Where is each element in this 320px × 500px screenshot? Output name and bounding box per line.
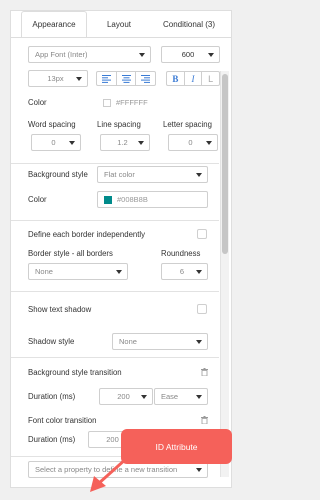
- chevron-down-icon: [138, 140, 144, 145]
- property-editor-panel: Appearance Layout Conditional (3) App Fo…: [10, 10, 232, 488]
- scrollbar-thumb[interactable]: [222, 74, 228, 254]
- text-style-group: B I L: [166, 71, 220, 86]
- align-left-icon[interactable]: [97, 72, 117, 85]
- bg-transition-label: Background style transition: [28, 368, 122, 377]
- chevron-down-icon: [196, 467, 202, 472]
- background-style-select[interactable]: Flat color: [97, 166, 208, 183]
- show-text-shadow-checkbox[interactable]: [197, 304, 207, 314]
- font-duration-label: Duration (ms): [28, 435, 76, 444]
- letter-spacing-label: Letter spacing: [163, 120, 212, 129]
- define-border-checkbox[interactable]: [197, 229, 207, 239]
- chevron-down-icon: [116, 269, 122, 274]
- tab-appearance[interactable]: Appearance: [21, 11, 87, 37]
- chevron-down-icon: [196, 394, 202, 399]
- chevron-down-icon: [76, 76, 82, 81]
- shadow-style-select[interactable]: None: [112, 333, 208, 350]
- trash-icon[interactable]: [201, 368, 208, 376]
- word-spacing-select[interactable]: 0: [31, 134, 81, 151]
- italic-button[interactable]: I: [185, 72, 203, 85]
- shadow-style-label: Shadow style: [28, 337, 75, 346]
- bold-button[interactable]: B: [167, 72, 185, 85]
- section-divider: [11, 220, 219, 221]
- border-style-select[interactable]: None: [28, 263, 128, 280]
- text-align-group: [96, 71, 156, 86]
- tab-layout[interactable]: Layout: [93, 11, 145, 37]
- bg-duration-label: Duration (ms): [28, 392, 76, 401]
- trash-icon[interactable]: [201, 416, 208, 424]
- color-swatch[interactable]: [104, 195, 112, 204]
- bg-duration-select[interactable]: 200: [99, 388, 153, 405]
- roundness-label: Roundness: [161, 249, 201, 258]
- annotation-arrow-icon: [90, 448, 138, 492]
- chevron-down-icon: [208, 52, 214, 57]
- letter-spacing-select[interactable]: 0: [168, 134, 218, 151]
- section-divider: [11, 163, 219, 164]
- color-swatch[interactable]: [103, 98, 111, 107]
- show-text-shadow-label: Show text shadow: [28, 305, 92, 314]
- tab-divider: [11, 37, 231, 38]
- align-right-icon[interactable]: [136, 72, 155, 85]
- font-color-input[interactable]: #FFFFFF: [97, 94, 220, 111]
- roundness-select[interactable]: 6: [161, 263, 208, 280]
- font-weight-select[interactable]: 600: [161, 46, 220, 63]
- chevron-down-icon: [141, 394, 147, 399]
- align-center-icon[interactable]: [117, 72, 137, 85]
- line-spacing-label: Line spacing: [97, 120, 141, 129]
- font-transition-label: Font color transition: [28, 416, 97, 425]
- line-spacing-select[interactable]: 1.2: [100, 134, 150, 151]
- chevron-down-icon: [139, 52, 145, 57]
- color-label: Color: [28, 98, 47, 107]
- font-family-select[interactable]: App Font (Inter): [28, 46, 151, 63]
- font-size-select[interactable]: 13px: [28, 70, 88, 87]
- background-color-input[interactable]: #008B8B: [97, 191, 208, 208]
- define-border-label: Define each border independently: [28, 230, 146, 239]
- tab-conditional[interactable]: Conditional (3): [149, 11, 229, 37]
- chevron-down-icon: [196, 269, 202, 274]
- chevron-down-icon: [196, 339, 202, 344]
- section-divider: [11, 291, 219, 292]
- underline-button[interactable]: L: [202, 72, 219, 85]
- chevron-down-icon: [196, 172, 202, 177]
- chevron-down-icon: [69, 140, 75, 145]
- background-style-label: Background style: [28, 170, 88, 179]
- bg-easing-select[interactable]: Ease: [154, 388, 208, 405]
- word-spacing-label: Word spacing: [28, 120, 76, 129]
- chevron-down-icon: [206, 140, 212, 145]
- panel-scrollbar[interactable]: [220, 71, 229, 477]
- section-divider: [11, 357, 219, 358]
- border-style-label: Border style - all borders: [28, 249, 113, 258]
- background-color-label: Color: [28, 195, 47, 204]
